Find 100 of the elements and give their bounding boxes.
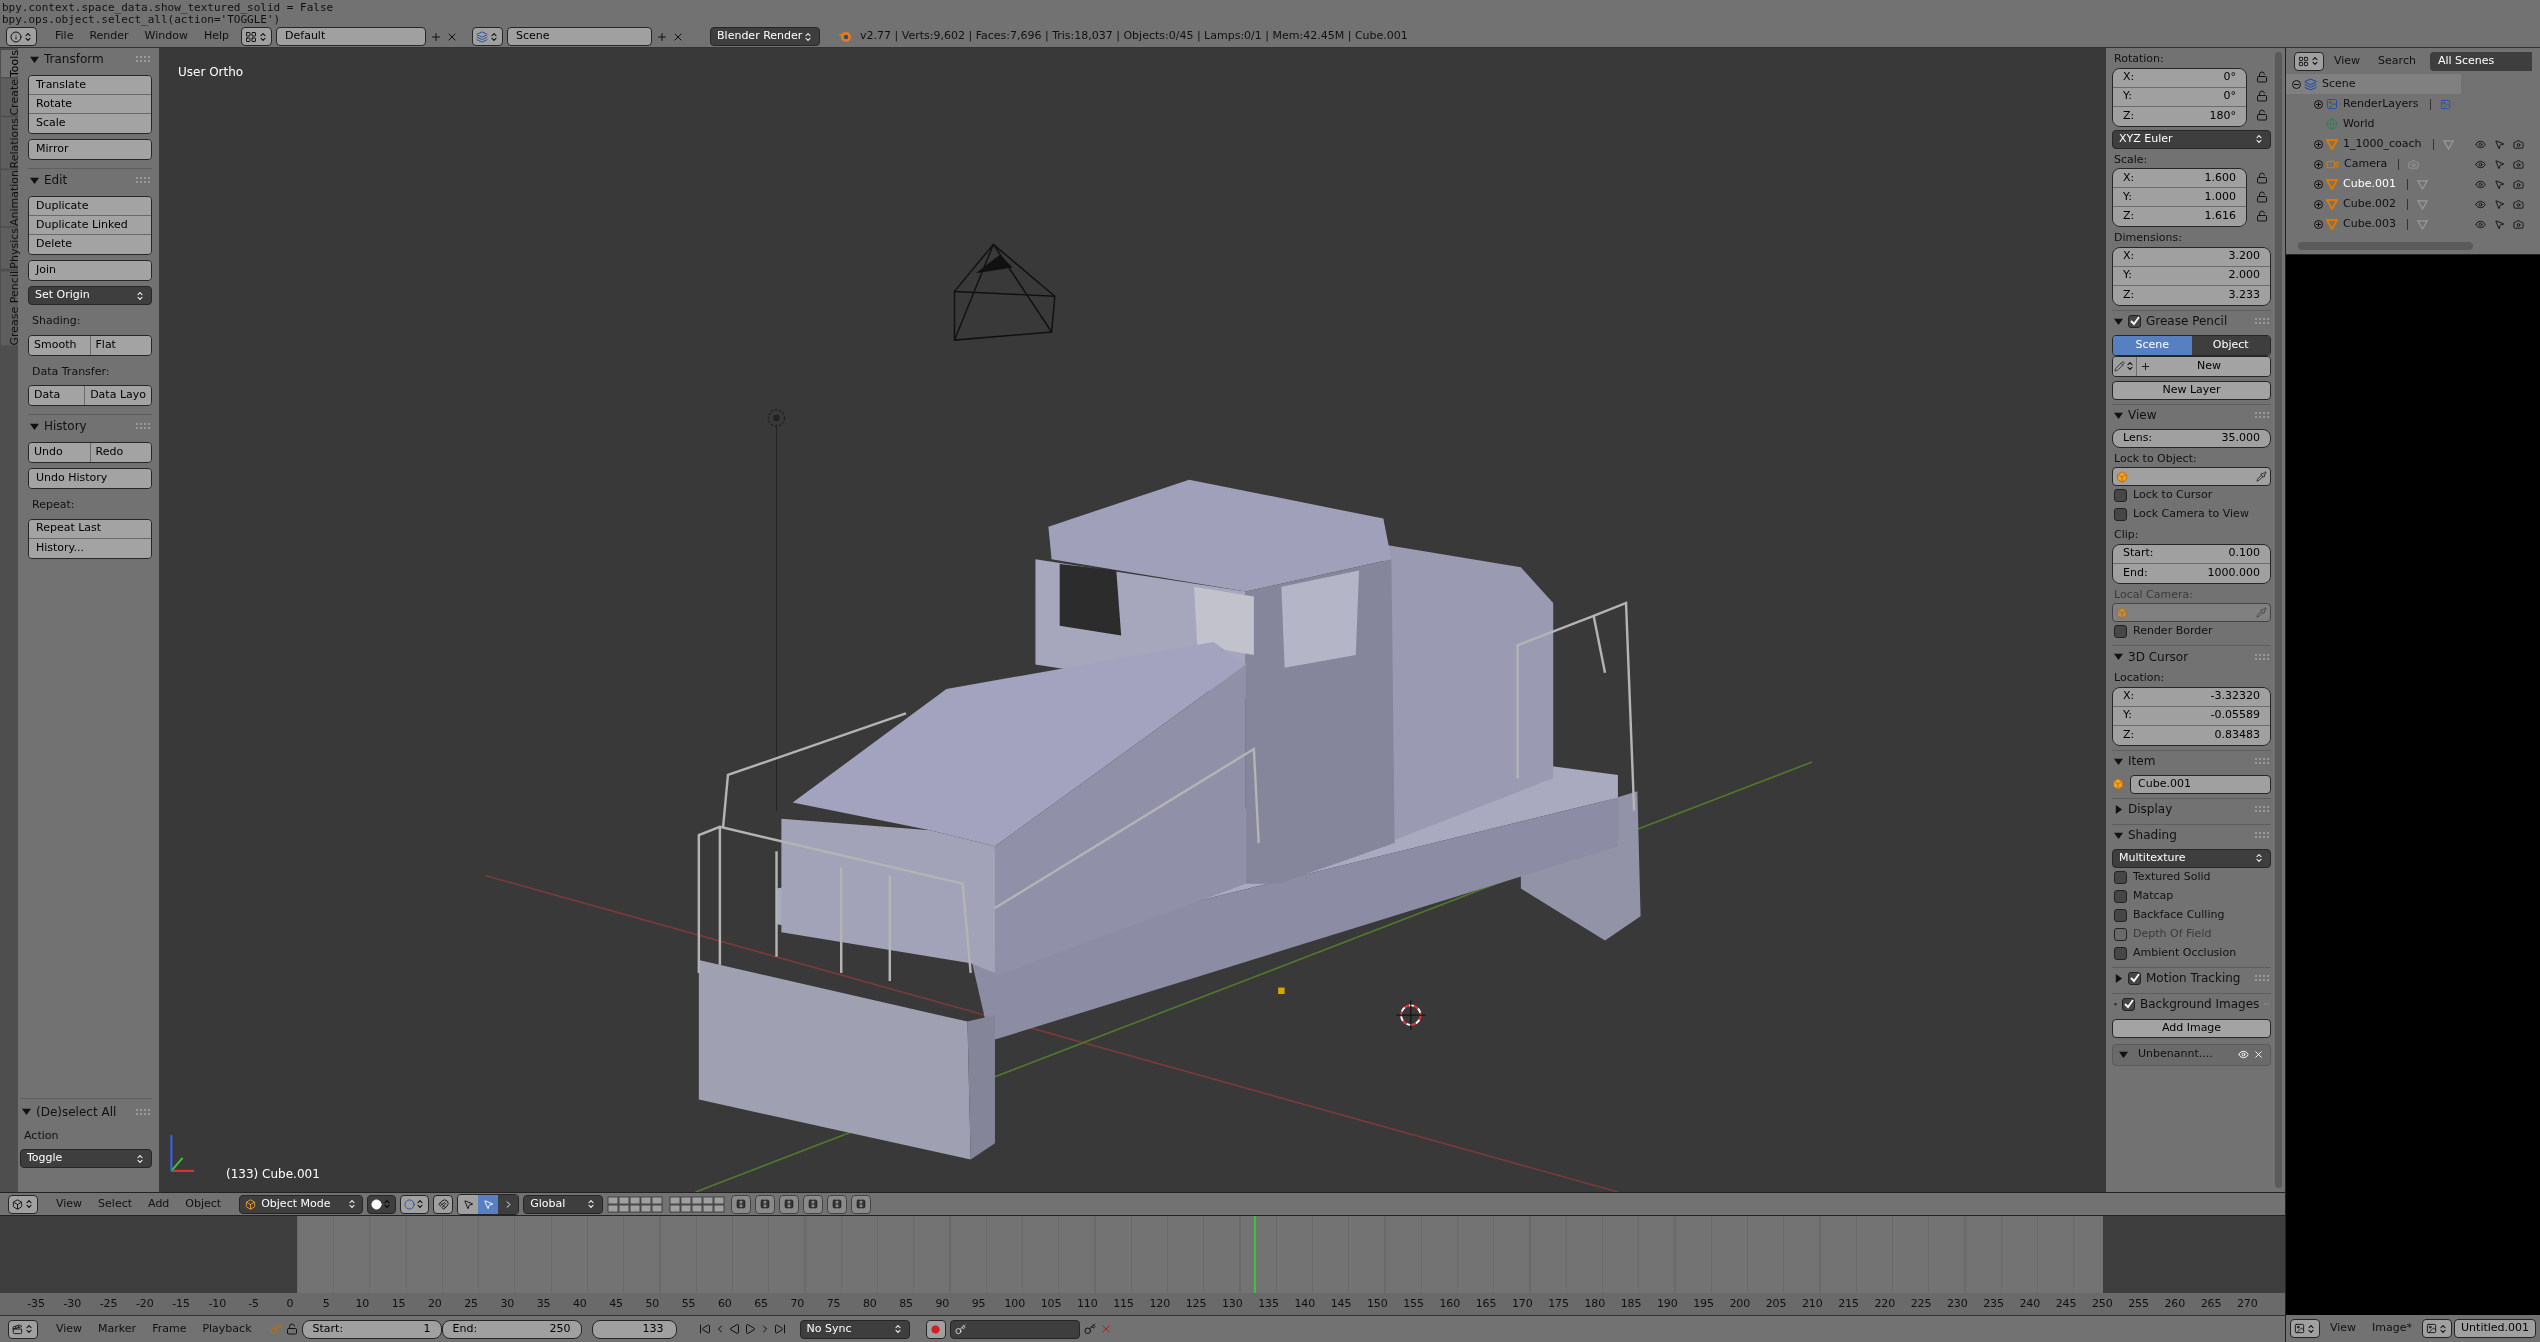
expand-icon[interactable]: [2314, 99, 2323, 109]
outliner-item[interactable]: Cube.003: [2343, 215, 2396, 233]
render-icon[interactable]: [2513, 138, 2525, 150]
toolbar-icon-button[interactable]: [851, 1194, 872, 1214]
toolbar-icon-button[interactable]: [779, 1194, 800, 1214]
render-icon[interactable]: [2513, 178, 2525, 190]
checkbox[interactable]: [2114, 889, 2127, 903]
disclosure-triangle-icon[interactable]: [30, 421, 39, 431]
eye-icon[interactable]: [2475, 138, 2487, 150]
tool-button[interactable]: Undo History: [29, 469, 151, 488]
tool-button[interactable]: Rotate: [29, 95, 151, 114]
menu-item[interactable]: File: [47, 28, 82, 45]
toolbar-icon-button[interactable]: [803, 1194, 824, 1214]
dropdown[interactable]: Toggle: [20, 1149, 152, 1168]
tool-button[interactable]: Repeat Last: [29, 519, 151, 539]
tool-button[interactable]: Translate: [29, 76, 151, 95]
pointer-icon[interactable]: [2494, 198, 2506, 210]
segment-tab[interactable]: Object: [2191, 335, 2270, 355]
sync-dropdown[interactable]: No Sync: [799, 1319, 910, 1339]
number-field[interactable]: Lens: 35.000: [2112, 428, 2271, 448]
current-frame-field[interactable]: 133: [591, 1319, 677, 1339]
checkbox[interactable]: [2128, 314, 2141, 328]
number-field[interactable]: Start: 0.100: [2113, 544, 2270, 564]
dropdown[interactable]: XYZ Euler: [2112, 129, 2271, 149]
mode-dropdown[interactable]: Object Mode: [239, 1194, 364, 1214]
tool-button[interactable]: Flat: [90, 335, 151, 355]
number-field[interactable]: X: 0°: [2113, 68, 2246, 88]
render-engine-dropdown[interactable]: Blender Render: [710, 27, 821, 46]
dropdown[interactable]: Set Origin: [28, 286, 152, 305]
expand-icon[interactable]: [2314, 219, 2323, 229]
orientation-dropdown[interactable]: Global: [523, 1194, 604, 1214]
disclosure-triangle-icon[interactable]: [2114, 410, 2123, 420]
tool-button[interactable]: Delete: [29, 235, 151, 254]
checkbox[interactable]: [2114, 870, 2127, 884]
number-field[interactable]: X: 3.200: [2113, 247, 2270, 267]
layer-grid-icon[interactable]: [669, 1195, 728, 1213]
tool-button[interactable]: Redo: [90, 443, 151, 462]
expand-icon[interactable]: [2314, 159, 2323, 169]
checkbox[interactable]: [2122, 997, 2136, 1011]
checkbox[interactable]: [2114, 508, 2127, 521]
dropdown[interactable]: Multitexture: [2112, 848, 2271, 868]
checkbox[interactable]: [2114, 908, 2127, 922]
tool-button[interactable]: Mirror: [29, 140, 151, 159]
brush-selector[interactable]: [2113, 356, 2137, 376]
name-field[interactable]: Cube.001: [2130, 774, 2271, 794]
disclosure-triangle-icon[interactable]: [22, 1107, 31, 1116]
outliner-item[interactable]: 1_1000_coach: [2343, 135, 2422, 153]
disclosure-triangle-icon[interactable]: [2114, 830, 2123, 840]
jump-end-icon[interactable]: [773, 1323, 786, 1335]
translate-tool-button[interactable]: [458, 1194, 479, 1214]
end-frame-field[interactable]: End: 250: [441, 1319, 582, 1339]
outliner-item[interactable]: World: [2343, 115, 2375, 133]
disclosure-triangle-icon[interactable]: [2114, 316, 2123, 326]
play-reverse-icon[interactable]: [728, 1323, 741, 1335]
rotate-tool-button[interactable]: [478, 1194, 499, 1214]
eye-icon[interactable]: [2475, 218, 2487, 230]
record-button[interactable]: [925, 1319, 946, 1339]
menu-item[interactable]: View: [2326, 52, 2369, 70]
outliner-item[interactable]: Cube.002: [2343, 195, 2396, 213]
menu-item[interactable]: Frame: [144, 1320, 195, 1338]
editor-type-button[interactable]: [2422, 1319, 2453, 1338]
pointer-icon[interactable]: [2494, 218, 2506, 230]
disclosure-triangle-icon[interactable]: [2114, 804, 2123, 814]
filter-dropdown[interactable]: All Scenes: [2429, 51, 2533, 71]
new-button[interactable]: New: [2137, 356, 2270, 376]
manipulator-button[interactable]: [433, 1194, 454, 1214]
menu-item[interactable]: Window: [136, 28, 196, 45]
editor-type-button[interactable]: [6, 27, 37, 46]
number-field[interactable]: Z: 1.616: [2113, 207, 2246, 226]
pointer-icon[interactable]: [2494, 178, 2506, 190]
tool-button[interactable]: Data Layo: [85, 386, 151, 405]
disclosure-triangle-icon[interactable]: [30, 175, 39, 185]
insert-key-icon[interactable]: [1083, 1323, 1096, 1335]
layout-field[interactable]: Default: [276, 27, 427, 46]
expand-icon[interactable]: [2314, 199, 2323, 209]
disclosure-triangle-icon[interactable]: [2114, 973, 2123, 983]
action-button[interactable]: Add Image: [2112, 1018, 2271, 1038]
outliner-item[interactable]: Scene: [2322, 75, 2356, 93]
disclosure-triangle-icon[interactable]: [2119, 1050, 2128, 1059]
menu-item[interactable]: Object: [177, 1195, 230, 1213]
tool-button[interactable]: Smooth: [29, 335, 91, 355]
start-frame-field[interactable]: Start: 1: [301, 1319, 442, 1339]
menu-item[interactable]: Add: [140, 1195, 178, 1213]
eye-icon[interactable]: [2475, 158, 2487, 170]
checkbox[interactable]: [2114, 625, 2127, 638]
pivot-dropdown[interactable]: [400, 1194, 430, 1214]
menu-item[interactable]: Image*: [2364, 1320, 2421, 1337]
menu-item[interactable]: View: [2322, 1320, 2365, 1337]
tool-tab[interactable]: Tools: [1, 50, 18, 78]
play-icon[interactable]: [743, 1323, 756, 1335]
outliner-item[interactable]: Cube.001: [2343, 175, 2396, 193]
padlock-icon[interactable]: [285, 1323, 298, 1335]
object-field[interactable]: [2112, 467, 2271, 486]
scale-tool-button[interactable]: [498, 1194, 519, 1214]
outliner-item[interactable]: RenderLayers: [2343, 95, 2419, 113]
tool-button[interactable]: Undo: [29, 443, 91, 462]
scene-field[interactable]: Scene: [507, 27, 653, 46]
segment-tab[interactable]: Scene: [2113, 335, 2192, 355]
menu-item[interactable]: Help: [195, 28, 238, 45]
number-field[interactable]: X: 1.600: [2113, 169, 2246, 188]
